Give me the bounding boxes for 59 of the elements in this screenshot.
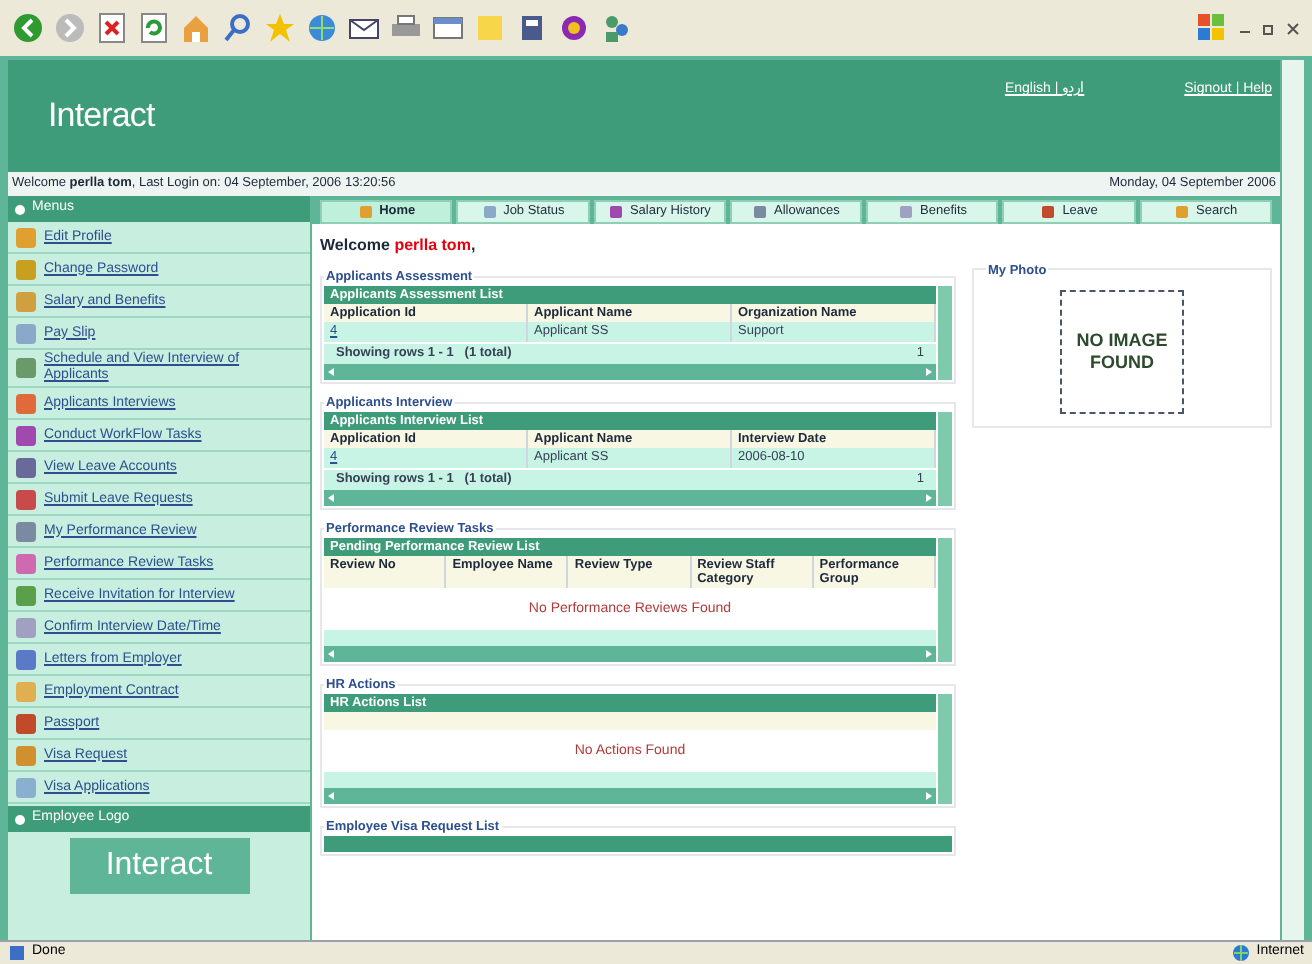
menu-item-icon	[14, 519, 38, 543]
menu-item-icon	[14, 321, 38, 345]
close-icon[interactable]	[1286, 21, 1300, 35]
menu-item-icon	[14, 455, 38, 479]
star-icon[interactable]	[264, 12, 296, 44]
windows-logo-icon	[1196, 12, 1228, 44]
menu-item-icon	[14, 289, 38, 313]
tab-icon	[357, 204, 374, 220]
menu-item-icon	[14, 551, 38, 575]
menu-item-icon	[14, 257, 38, 281]
left-arrow-icon[interactable]	[326, 790, 338, 802]
tab-icon	[1040, 204, 1057, 220]
window-icon[interactable]	[432, 12, 464, 44]
horizontal-scrollbar[interactable]	[324, 646, 936, 662]
bullet-icon	[14, 813, 26, 825]
menu-item-icon	[14, 423, 38, 447]
tab-icon	[752, 204, 769, 220]
right-arrow-icon[interactable]	[922, 492, 934, 504]
menu-item-icon	[14, 647, 38, 671]
forward-icon[interactable]	[54, 12, 86, 44]
menu-item-icon	[14, 679, 38, 703]
refresh-icon[interactable]	[138, 12, 170, 44]
tab-icon	[1174, 204, 1191, 220]
employee-logo: Interact	[69, 838, 249, 894]
tab-icon	[481, 204, 498, 220]
menu-item-icon	[14, 356, 38, 380]
welcome-text: Welcome perlla tom,	[320, 236, 476, 256]
menu-item-icon	[14, 487, 38, 511]
left-arrow-icon[interactable]	[326, 492, 338, 504]
book-icon[interactable]	[516, 12, 548, 44]
menu-item-icon	[14, 583, 38, 607]
menu-item-icon	[14, 615, 38, 639]
globe-icon[interactable]	[306, 12, 338, 44]
globe-icon	[1232, 944, 1251, 962]
horizontal-scrollbar[interactable]	[324, 788, 936, 804]
search-icon[interactable]	[222, 12, 254, 44]
vertical-scrollbar[interactable]	[1280, 60, 1304, 940]
back-icon[interactable]	[12, 12, 44, 44]
tab-icon	[607, 204, 624, 220]
right-arrow-icon[interactable]	[922, 790, 934, 802]
menu-item-icon	[14, 743, 38, 767]
bullet-icon	[14, 203, 26, 215]
interact-logo: Interact	[48, 96, 155, 136]
menu-item-icon	[14, 711, 38, 735]
menu-item-icon	[14, 225, 38, 249]
restore-icon[interactable]	[1262, 21, 1276, 35]
menu-item-icon	[14, 775, 38, 799]
menu-item-icon	[14, 391, 38, 415]
tab-icon	[898, 204, 915, 220]
horizontal-scrollbar[interactable]	[324, 490, 936, 506]
home-icon[interactable]	[180, 12, 212, 44]
stop-icon[interactable]	[96, 12, 128, 44]
right-arrow-icon[interactable]	[922, 366, 934, 378]
horizontal-scrollbar[interactable]	[324, 364, 936, 380]
page-icon	[8, 944, 26, 962]
right-arrow-icon[interactable]	[922, 648, 934, 660]
no-image-text: NO IMAGE FOUND	[1074, 329, 1170, 374]
left-arrow-icon[interactable]	[326, 648, 338, 660]
left-arrow-icon[interactable]	[326, 366, 338, 378]
